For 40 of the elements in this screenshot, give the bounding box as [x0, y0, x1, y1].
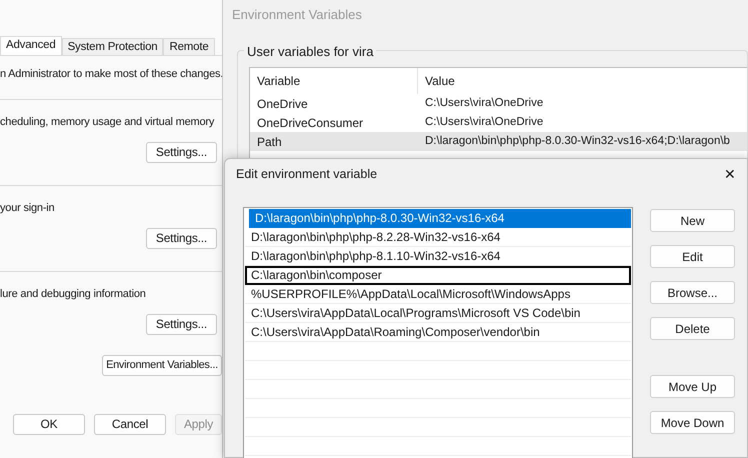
settings-button[interactable]: Settings...: [146, 142, 217, 162]
dialog-button[interactable]: Move Up: [650, 375, 735, 398]
dialog-button[interactable]: Delete: [650, 317, 735, 340]
dialog-button[interactable]: Edit: [650, 245, 735, 268]
dialog-button[interactable]: Cancel: [94, 414, 166, 434]
settings-button[interactable]: Settings...: [146, 228, 217, 248]
dialog-button[interactable]: New: [650, 209, 735, 232]
list-item[interactable]: D:\laragon\bin\php\php-8.0.30-Win32-vs16-x64: [249, 209, 631, 228]
variable-value: D:\laragon\bin\php\php-8.0.30-Win32-vs16-x64;D:\laragon\b: [424, 134, 730, 149]
list-item[interactable]: %USERPROFILE%\AppData\Local\Microsoft\WindowsApps: [245, 285, 631, 304]
section-description: cheduling, memory usage and virtual memory: [0, 114, 216, 130]
variable-name: OneDriveConsumer: [256, 114, 364, 132]
list-item[interactable]: D:\laragon\bin\php\php-8.1.10-Win32-vs16-x64: [245, 247, 631, 266]
dialog-button[interactable]: Browse...: [650, 281, 735, 304]
variable-value: C:\Users\vira\OneDrive: [424, 114, 544, 130]
column-header[interactable]: Value: [418, 68, 455, 94]
variable-name: Path: [256, 134, 283, 150]
settings-button[interactable]: Settings...: [146, 314, 217, 334]
section-description: your sign-in: [0, 200, 56, 216]
section-description: lure and debugging information: [0, 286, 147, 302]
list-item[interactable]: C:\Users\vira\AppData\Roaming\Composer\vendor\bin: [245, 323, 631, 342]
list-item[interactable]: D:\laragon\bin\php\php-8.2.28-Win32-vs16-x64: [245, 228, 631, 247]
dialog-button[interactable]: OK: [13, 414, 85, 434]
table-row[interactable]: Path D:\laragon\bin\php\php-8.0.30-Win32-vs16-x64;D:\laragon\b: [250, 132, 747, 151]
dialog-button[interactable]: Move Down: [650, 411, 735, 434]
dialog-title: Edit environment variable: [236, 166, 378, 183]
tab[interactable]: Remote: [163, 38, 215, 55]
admin-note: n Administrator to make most of these changes.: [0, 67, 222, 82]
column-header[interactable]: Variable: [250, 68, 418, 94]
table-row[interactable]: OneDrive C:\Users\vira\OneDrive: [250, 94, 747, 113]
variable-value: C:\Users\vira\OneDrive: [424, 96, 544, 111]
tab[interactable]: Advanced: [0, 36, 62, 55]
list-item[interactable]: C:\laragon\bin\composer: [245, 266, 631, 285]
environment-variables-button[interactable]: Environment Variables...: [102, 354, 222, 376]
variable-name: OneDrive: [256, 96, 309, 112]
list-item[interactable]: C:\Users\vira\AppData\Local\Programs\Microsoft VS Code\bin: [245, 304, 631, 323]
window-title: Environment Variables: [231, 6, 363, 24]
close-button[interactable]: ✕: [719, 163, 741, 185]
table-row[interactable]: OneDriveConsumer C:\Users\vira\OneDrive: [250, 113, 747, 132]
tab[interactable]: System Protection: [62, 38, 164, 55]
